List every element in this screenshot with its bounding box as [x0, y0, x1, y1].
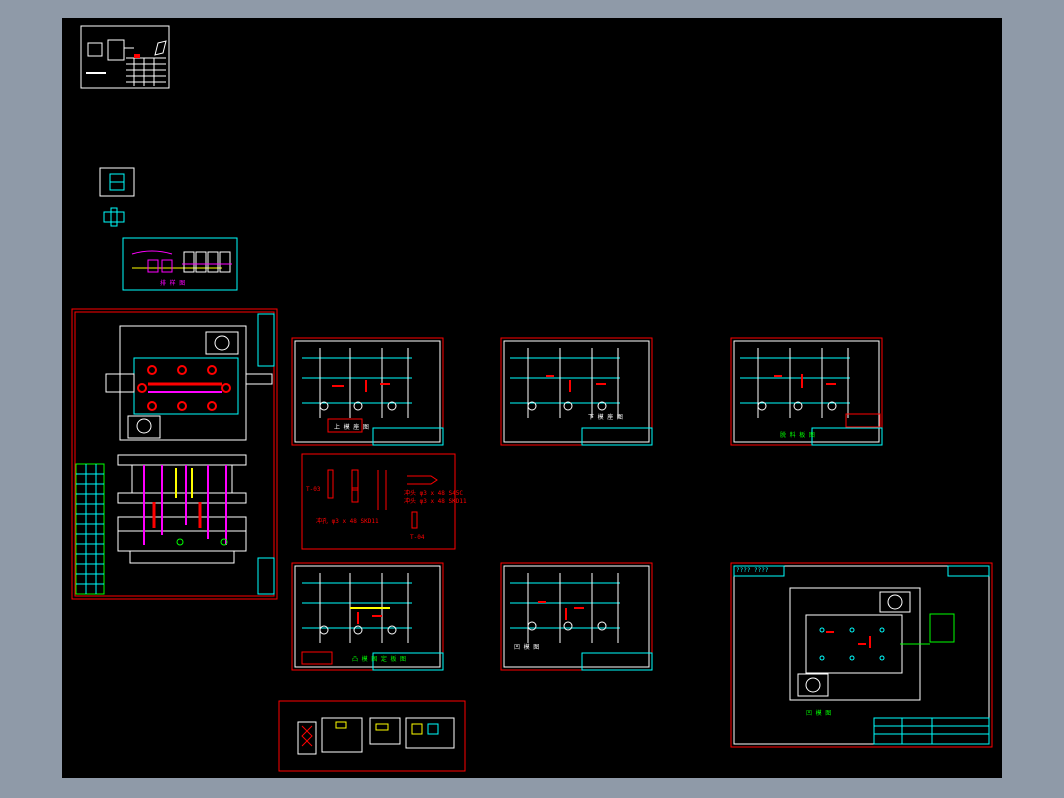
cad-model-space[interactable]: 排 样 图 上 模 座 图 下 模 座 图 脱 料 板 图 凸 模 固 定 板 …: [62, 18, 1002, 778]
parts-note-3: 冲孔 φ3 x 48 SKD11: [316, 518, 379, 525]
drawing-svg: [71, 25, 993, 772]
big-plate-title: 凹 模 图: [806, 710, 832, 717]
parts-tag-2: T-04: [410, 534, 425, 541]
parts-note-2: 冲头 φ3 x 48 SKD11: [404, 498, 467, 505]
plate3-title: 脱 料 板 图: [780, 432, 815, 439]
title-block-thumbnail: [80, 25, 170, 89]
plate2-title: 下 模 座 图: [588, 414, 623, 421]
big-die-plate: [730, 562, 993, 748]
strip-layout-label: 排 样 图: [160, 280, 186, 287]
parts-tag-1: T-03: [306, 486, 321, 493]
assembly-drawing: [71, 308, 278, 600]
plate-drawing-5: [500, 562, 653, 671]
plate4-title: 凸 模 固 定 板 图: [352, 656, 407, 663]
plate-drawing-3: [730, 337, 883, 446]
plate-drawing-2: [500, 337, 653, 446]
big-plate-header: ???? ????: [736, 567, 769, 574]
bottom-parts-sheet: [278, 700, 466, 772]
plate1-title: 上 模 座 图: [334, 424, 369, 431]
plate5-title: 凹 模 图: [514, 644, 540, 651]
